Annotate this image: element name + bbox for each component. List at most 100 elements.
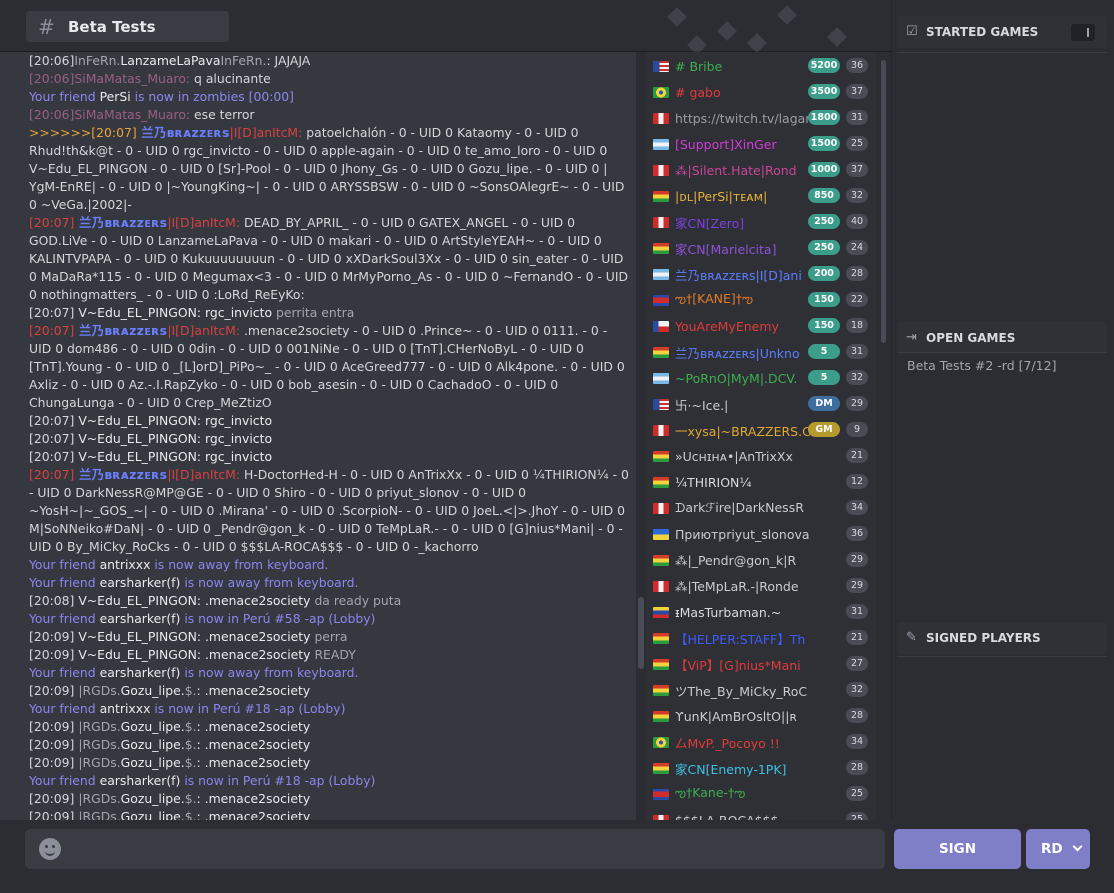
user-row[interactable]: # Bribe 5200 36 (646, 53, 876, 79)
chat-message: [20:08] V~Edu_EL_PINGON: .menace2society… (29, 592, 632, 610)
open-games-label: OPEN GAMES (926, 331, 1016, 345)
user-row[interactable]: 厶MvP._Pocoyo !! 34 (646, 729, 876, 755)
started-games-header[interactable]: ☑ STARTED GAMES (897, 16, 1107, 48)
level-badge: 32 (846, 188, 868, 203)
user-row[interactable]: |ᴅʟ|PerSi|ᴛᴇᴀᴍ| 850 32 (646, 183, 876, 209)
user-row[interactable]: # gabo 3500 37 (646, 79, 876, 105)
open-game-item[interactable]: Beta Tests #2 -rd [7/12] (907, 358, 1056, 373)
user-name: 卐·~Ice.| (675, 397, 729, 413)
level-badge: 21 (846, 630, 868, 645)
user-row[interactable]: ⁂|Silent.Hate|Rond 1000 37 (646, 157, 876, 183)
user-row[interactable]: »Uᴄʜɪʜᴀ•|AnTrixXx 21 (646, 443, 876, 469)
chat-scrollbar[interactable] (636, 52, 646, 820)
user-row[interactable]: ¼THIRION¼ 12 (646, 469, 876, 495)
chat-timestamp: [20:09] (29, 791, 75, 806)
user-row[interactable]: 兰乃ʙʀᴀᴢᴢᴇʀs|Unkno 5 31 (646, 339, 876, 365)
chat-text: V~Edu_EL_PINGON: rgc_invicto (74, 413, 273, 428)
user-row[interactable]: https://twitch.tv/lagar 1800 31 (646, 105, 876, 131)
user-list-scrollbar-thumb[interactable] (881, 60, 886, 343)
user-row[interactable]: 家CN[Marielcita] 250 24 (646, 235, 876, 261)
user-row[interactable]: 【HELPER:STAFF】Th 21 (646, 625, 876, 651)
emoji-icon[interactable] (39, 838, 61, 860)
user-row[interactable]: ᗪarkℱire|DarkNessR 34 (646, 495, 876, 521)
flag-bo-icon (653, 684, 669, 696)
flag-bo-icon (653, 658, 669, 670)
chat-text: |RGDs. (74, 809, 121, 820)
signed-players-header[interactable]: ✎ SIGNED PLAYERS (897, 622, 1107, 654)
user-row[interactable]: 【ViP】[G]nius*Mani 27 (646, 651, 876, 677)
chat-text: perrita entra (272, 305, 355, 320)
chat-text: Your friend (29, 773, 100, 788)
rank-badge: 150 (808, 292, 840, 307)
user-row[interactable]: 家CN[Enemy-1PK] 28 (646, 755, 876, 781)
chat-message: [20:06]InFeRn.LanzameLaPavaInFeRn.: JAJA… (29, 52, 632, 70)
flag-pe-icon (653, 164, 669, 176)
level-badge: 36 (846, 526, 868, 541)
user-name: 兰乃ʙʀᴀᴢᴢᴇʀs|Unkno (675, 345, 800, 361)
chat-text: earsharker(f) (99, 665, 181, 680)
flag-bo-icon (653, 450, 669, 462)
started-games-label: STARTED GAMES (926, 25, 1039, 39)
user-list-scrollbar[interactable] (876, 52, 891, 820)
user-name: YouAreMyEnemy (675, 318, 779, 334)
divider (897, 52, 1107, 53)
chat-text: 兰乃ʙʀᴀᴢᴢᴇʀs (74, 215, 168, 230)
mode-select[interactable]: RD (1026, 829, 1090, 869)
chat-text: earsharker(f) (99, 575, 181, 590)
user-row[interactable]: 兰乃ʙʀᴀᴢᴢᴇʀs|I[D]ani 200 28 (646, 261, 876, 287)
signed-players-label: SIGNED PLAYERS (926, 631, 1041, 645)
chat-text: Gozu_lipe. (120, 719, 185, 734)
chat-message: Your friend earsharker(f) is now away fr… (29, 574, 632, 592)
chat-text: |I[D]anItcM: (167, 323, 241, 338)
level-badge: 28 (846, 760, 868, 775)
user-row[interactable]: ᵻMasTurbaman.~ 31 (646, 599, 876, 625)
chat-text: Your friend (29, 665, 100, 680)
chat-timestamp: [20:09] (29, 647, 75, 662)
level-badge: 36 (846, 58, 868, 73)
chat-text: LanzameLaPava (120, 53, 221, 68)
user-name: # Bribe (675, 58, 723, 74)
open-games-header[interactable]: ⇥ OPEN GAMES (897, 322, 1107, 354)
user-row[interactable]: 一xysa|~BRAZZERS.C GM 9 (646, 417, 876, 443)
user-row[interactable]: ⁂|TeMpLaR.-|Ronde 29 (646, 573, 876, 599)
user-name: [Support]XinGer (675, 136, 777, 152)
chat-text: V~Edu_EL_PINGON: .menace2society (74, 593, 311, 608)
user-row[interactable]: ϒunK|AmBrOsltO||ʀ 28 (646, 703, 876, 729)
chat-scrollbar-thumb[interactable] (638, 597, 644, 669)
started-games-toggle[interactable] (1071, 24, 1095, 41)
chat-message: [20:07] V~Edu_EL_PINGON: rgc_invicto (29, 448, 632, 466)
level-badge: 31 (846, 344, 868, 359)
level-badge: 37 (846, 84, 868, 99)
user-row[interactable]: ఌ†Kane-†ఌ 25 (646, 781, 876, 807)
chat-text: : .menace2society (196, 809, 311, 820)
chat-text: |I[D]anItcM: (167, 467, 241, 482)
user-row[interactable]: ఌ†[KANE]†ఌ 150 22 (646, 287, 876, 313)
hash-icon: # (38, 14, 55, 39)
flag-pe-icon (653, 502, 669, 514)
user-row[interactable]: $$$LA-ROCA$$$ 25 (646, 807, 876, 820)
chat-timestamp: [20:09] (29, 755, 75, 770)
user-row[interactable]: [Support]XinGer 1500 25 (646, 131, 876, 157)
sign-button[interactable]: SIGN (894, 829, 1021, 869)
rank-badge: 5 (808, 370, 840, 385)
level-badge: 9 (846, 422, 868, 437)
user-row[interactable]: ツThe_By_MiCky_RoC 32 (646, 677, 876, 703)
user-row[interactable]: ~PoRnO|MyM|.DCV. 5 32 (646, 365, 876, 391)
level-badge: 29 (846, 578, 868, 593)
user-name: ~PoRnO|MyM|.DCV. (675, 370, 798, 386)
flag-us-icon (653, 398, 669, 410)
user-row[interactable]: ⁂|_Pendr@gon_k|R 29 (646, 547, 876, 573)
level-badge: 32 (846, 682, 868, 697)
user-row[interactable]: Приютpriyut_slonova 36 (646, 521, 876, 547)
level-badge: 28 (846, 266, 868, 281)
level-badge: 12 (846, 474, 868, 489)
user-row[interactable]: 家CN[Zero] 250 40 (646, 209, 876, 235)
chat-timestamp: [20:08] (29, 593, 75, 608)
user-row[interactable]: YouAreMyEnemy 150 18 (646, 313, 876, 339)
user-name: ⁂|TeMpLaR.-|Ronde (675, 578, 799, 594)
user-name: ఌ†[KANE]†ఌ (675, 290, 754, 306)
chat-message: [20:07] V~Edu_EL_PINGON: rgc_invicto (29, 412, 632, 430)
chat-input[interactable] (25, 829, 885, 869)
chat-text: V~Edu_EL_PINGON: rgc_invicto (74, 449, 273, 464)
user-row[interactable]: 卐·~Ice.| DM 29 (646, 391, 876, 417)
